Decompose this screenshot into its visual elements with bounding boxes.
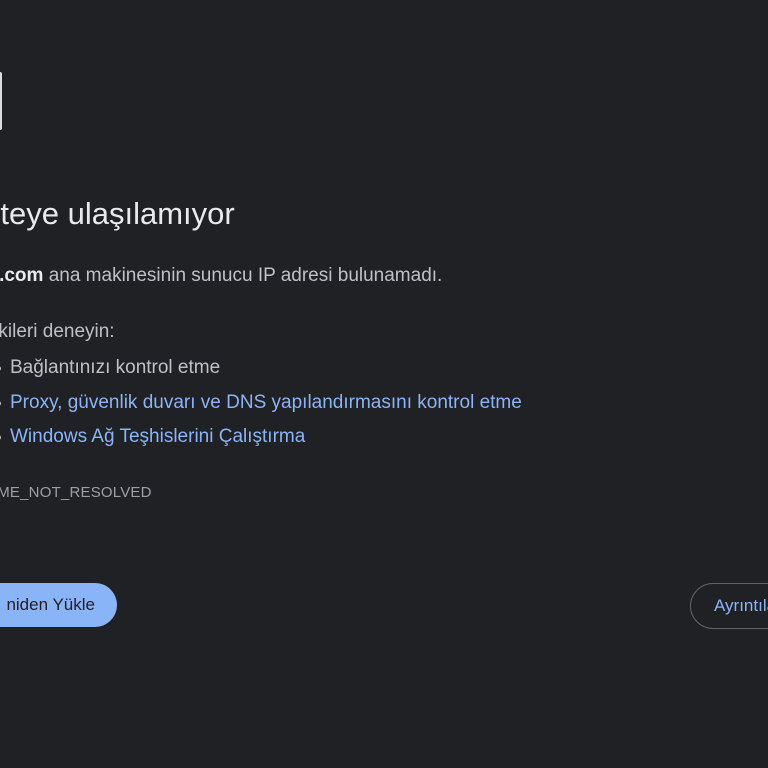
sad-page-icon [0, 72, 2, 130]
suggestion-list: Bağlantınızı kontrol etme Proxy, güvenli… [0, 355, 522, 459]
host-name: xum.com [0, 265, 44, 286]
error-page: siteye ulaşılamıyor xum.com ana makinesi… [0, 0, 768, 768]
suggestion-item-check-proxy[interactable]: Proxy, güvenlik duvarı ve DNS yapılandır… [0, 390, 522, 425]
error-code: NAME_NOT_RESOLVED [0, 484, 152, 501]
suggestion-item-network-diagnostics[interactable]: Windows Ağ Teşhislerini Çalıştırma [0, 424, 522, 459]
page-title: siteye ulaşılamıyor [0, 196, 235, 231]
reload-button[interactable]: niden Yükle [0, 583, 117, 627]
details-button[interactable]: Ayrıntılar [690, 583, 768, 629]
error-message: ana makinesinin sunucu IP adresi bulunam… [48, 265, 443, 286]
suggestion-label: Bağlantınızı kontrol etme [10, 357, 221, 378]
network-diagnostics-link[interactable]: Windows Ağ Teşhislerini Çalıştırma [10, 426, 305, 447]
check-proxy-link[interactable]: Proxy, güvenlik duvarı ve DNS yapılandır… [10, 392, 522, 413]
error-description: xum.com ana makinesinin sunucu IP adresi… [0, 265, 442, 287]
suggestion-item-check-connection: Bağlantınızı kontrol etme [0, 355, 522, 390]
try-label: ıdakileri deneyin: [0, 321, 115, 342]
